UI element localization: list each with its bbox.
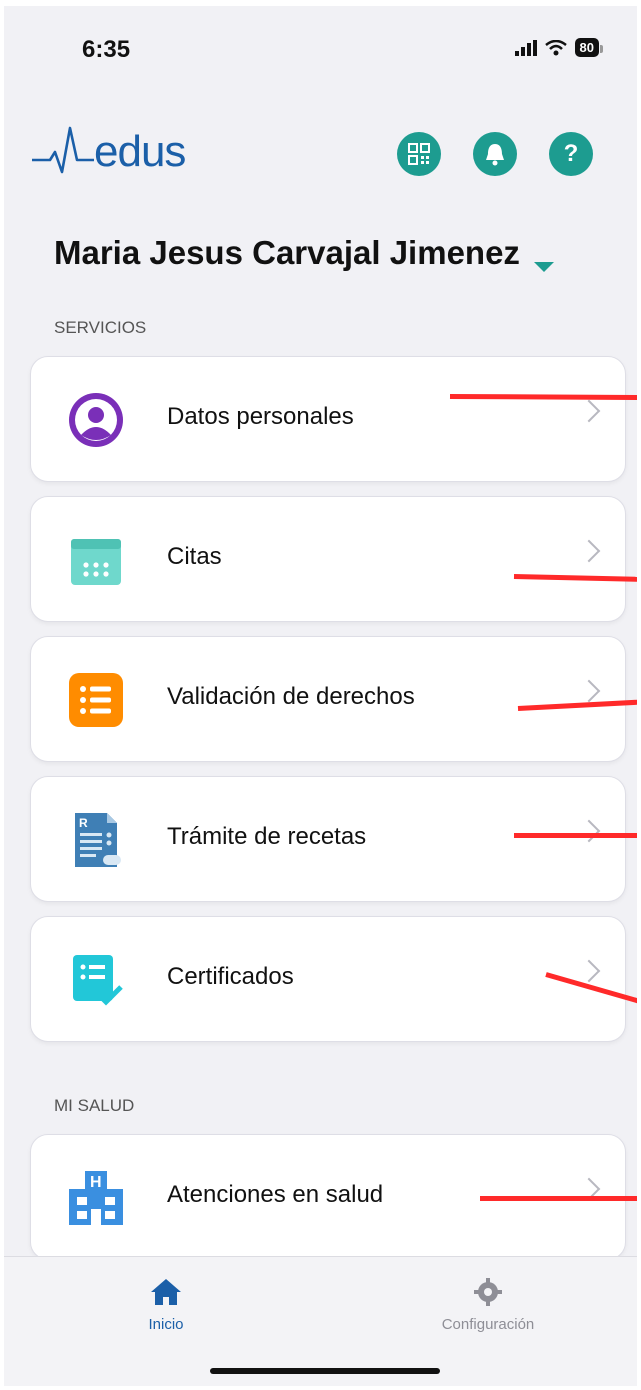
service-label: Datos personales: [167, 403, 354, 430]
app-screen: 6:35 80 edus ? Maria Jesus Carvajal Jime…: [4, 6, 637, 1386]
section-label-mi-salud: MI SALUD: [54, 1096, 135, 1115]
wifi-icon: [544, 39, 567, 55]
service-card-validacion-derechos[interactable]: Validación de derechos: [30, 636, 626, 762]
qr-code-button[interactable]: [397, 132, 441, 176]
section-label-servicios: SERVICIOS: [54, 318, 147, 337]
chevron-right-icon: [577, 399, 601, 423]
service-label: Certificados: [167, 963, 294, 990]
chevron-right-icon: [577, 819, 601, 843]
help-button[interactable]: ?: [549, 132, 593, 176]
header-actions: ?: [397, 132, 593, 176]
service-label: Citas: [167, 543, 222, 570]
status-icons: 80: [514, 38, 604, 57]
tab-configuracion[interactable]: Configuración: [408, 1277, 568, 1333]
certificate-icon: [67, 951, 125, 1009]
annotation-line: [449, 394, 637, 400]
service-label: Atenciones en salud: [167, 1181, 384, 1208]
service-card-datos-personales[interactable]: Datos personales: [30, 356, 626, 482]
home-indicator[interactable]: [210, 1368, 440, 1374]
status-time: 6:35: [82, 36, 131, 63]
chevron-right-icon: [577, 679, 601, 703]
bell-icon: [486, 144, 504, 166]
chevron-right-icon: [577, 959, 601, 983]
service-card-tramite-recetas[interactable]: R Trámite de recetas: [30, 776, 626, 902]
signal-icon: [514, 39, 537, 56]
user-selector[interactable]: Maria Jesus Carvajal Jimenez: [54, 234, 554, 272]
tab-inicio[interactable]: Inicio: [86, 1277, 246, 1333]
battery-indicator: 80: [574, 38, 604, 57]
heartbeat-logo-icon: [32, 126, 94, 174]
home-icon: [151, 1279, 181, 1305]
service-card-certificados[interactable]: Certificados: [30, 916, 626, 1042]
tab-label: Inicio: [148, 1316, 184, 1333]
list-icon: [67, 671, 125, 729]
user-name: Maria Jesus Carvajal Jimenez: [54, 234, 520, 271]
gear-icon: [474, 1278, 502, 1306]
tab-bar: Inicio Configuración: [4, 1256, 637, 1386]
app-logo: edus: [32, 124, 186, 180]
logo-text: edus: [94, 127, 186, 176]
chevron-down-icon: [533, 262, 554, 272]
question-icon: ?: [563, 140, 579, 167]
svg-text:H: H: [90, 1174, 102, 1191]
annotation-line: [480, 1196, 637, 1201]
status-bar: 6:35 80: [4, 36, 637, 76]
tab-label: Configuración: [441, 1316, 535, 1333]
hospital-icon: H: [67, 1169, 125, 1227]
annotation-line: [514, 833, 637, 838]
service-label: Trámite de recetas: [167, 823, 367, 850]
svg-text:R: R: [79, 816, 88, 830]
notifications-button[interactable]: [473, 132, 517, 176]
calendar-icon: [67, 531, 125, 589]
prescription-icon: R: [67, 811, 125, 869]
service-card-citas[interactable]: Citas: [30, 496, 626, 622]
qr-code-icon: [408, 143, 430, 165]
user-circle-icon: [67, 391, 125, 449]
service-label: Validación de derechos: [167, 683, 415, 710]
chevron-right-icon: [577, 539, 601, 563]
